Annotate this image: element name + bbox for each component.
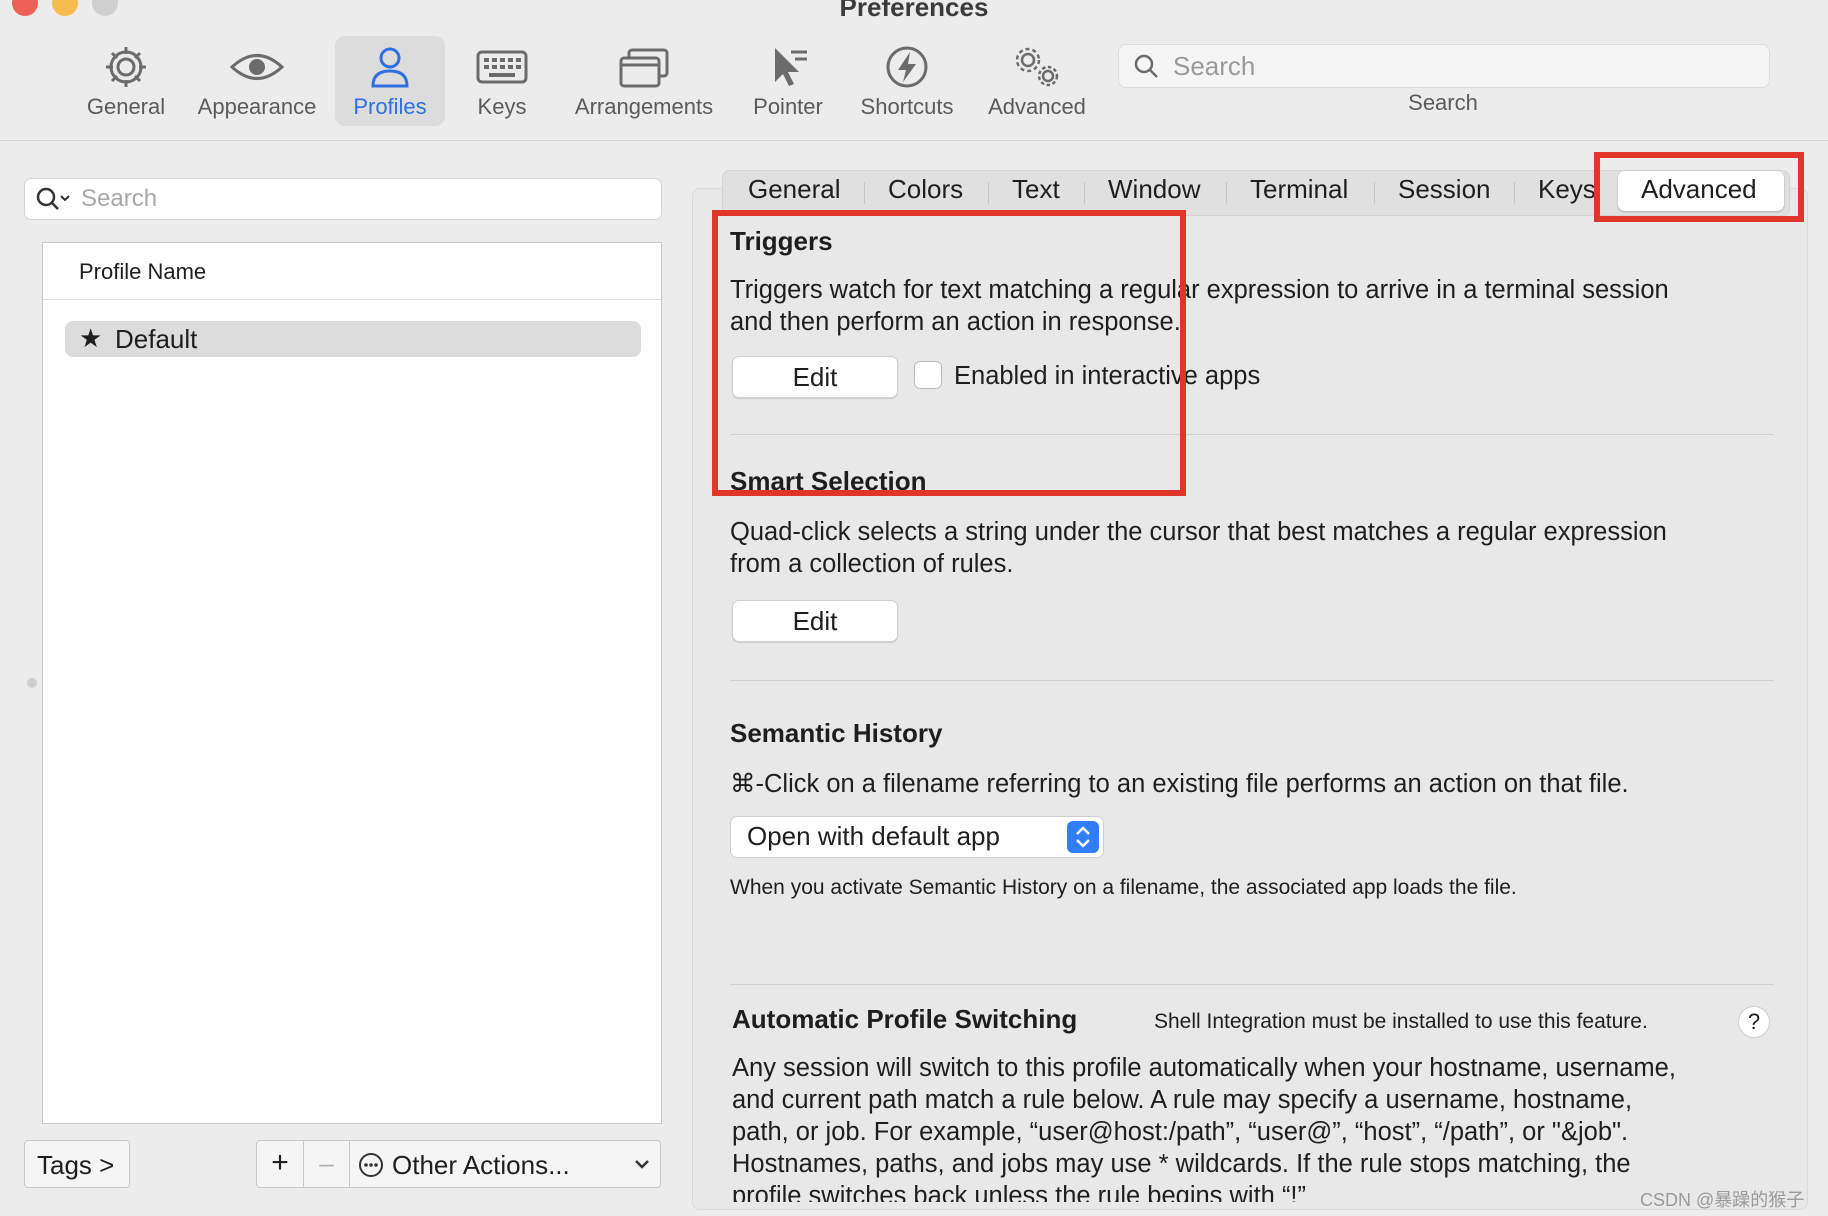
star-icon: ★ [79, 323, 103, 353]
help-button[interactable]: ? [1738, 1006, 1770, 1038]
toolbar-profiles[interactable]: Profiles [335, 36, 445, 126]
tab-session[interactable]: Session [1398, 174, 1491, 205]
tab-general[interactable]: General [748, 174, 841, 205]
auto-switching-line-1: Any session will switch to this profile … [732, 1054, 1676, 1082]
auto-switching-line-4: Hostnames, paths, and jobs may use * wil… [732, 1150, 1631, 1178]
remove-profile-button[interactable]: – [303, 1140, 350, 1188]
add-profile-button[interactable]: + [256, 1140, 304, 1188]
watermark: CSDN @暴躁的猴子 [1640, 1190, 1805, 1210]
ellipsis-circle-icon [359, 1153, 383, 1177]
toolbar-search-label: Search [1408, 90, 1478, 115]
profile-search-field[interactable] [24, 178, 662, 220]
auto-switching-description-clip: Any session will switch to this profile … [692, 1048, 1802, 1202]
window-toolbar: Preferences General Appearance Profiles [0, 0, 1828, 141]
highlight-triggers-section [712, 210, 1186, 496]
keyboard-icon [476, 50, 528, 84]
search-icon [36, 187, 70, 210]
semantic-history-action-select[interactable]: Open with default app [730, 816, 1104, 858]
semantic-history-description: ⌘-Click on a filename referring to an ex… [730, 770, 1629, 798]
shell-integration-note: Shell Integration must be installed to u… [1154, 1010, 1648, 1033]
pointer-icon [775, 48, 807, 86]
gear-icon [106, 47, 146, 87]
lightning-icon [886, 46, 928, 88]
tab-window[interactable]: Window [1108, 174, 1200, 205]
toolbar-search-field[interactable] [1118, 44, 1770, 88]
highlight-advanced-tab [1594, 152, 1804, 222]
toolbar-general[interactable]: General [76, 36, 176, 126]
toolbar-shortcuts[interactable]: Shortcuts [852, 36, 962, 126]
tab-text[interactable]: Text [1012, 174, 1060, 205]
eye-icon [229, 54, 285, 80]
tab-separator [1084, 182, 1085, 204]
toolbar-keys[interactable]: Keys [460, 36, 544, 126]
smart-selection-description-1: Quad-click selects a string under the cu… [730, 518, 1667, 546]
profile-name: Default [115, 324, 198, 354]
semantic-history-note: When you activate Semantic History on a … [730, 876, 1517, 899]
person-icon [371, 47, 409, 88]
profile-row-default[interactable]: ★ Default [65, 321, 641, 357]
window-title: Preferences [839, 0, 989, 22]
chevron-down-icon [635, 1160, 649, 1169]
tab-keys[interactable]: Keys [1538, 174, 1596, 205]
tags-button[interactable]: Tags > [24, 1140, 130, 1188]
semantic-history-title: Semantic History [730, 718, 943, 748]
profile-name-column-header[interactable]: Profile Name [43, 243, 661, 300]
auto-profile-switching-title: Automatic Profile Switching [732, 1004, 1078, 1034]
tab-terminal[interactable]: Terminal [1250, 174, 1348, 205]
auto-switching-line-5: profile switches back unless the rule be… [732, 1182, 1307, 1202]
toolbar-pointer[interactable]: Pointer [746, 36, 830, 126]
tab-separator [1226, 182, 1227, 204]
split-view-handle[interactable] [27, 678, 37, 688]
auto-switching-line-3: path, or job. For example, “user@host:/p… [732, 1118, 1629, 1146]
chevron-updown-icon [1067, 821, 1099, 853]
smart-selection-description-2: from a collection of rules. [730, 550, 1014, 578]
tab-separator [1514, 182, 1515, 204]
smart-selection-edit-button[interactable]: Edit [732, 600, 898, 642]
other-actions-menu[interactable]: Other Actions... [349, 1140, 661, 1188]
tab-separator [988, 182, 989, 204]
toolbar-arrangements[interactable]: Arrangements [564, 36, 724, 126]
toolbar-advanced[interactable]: Advanced [982, 36, 1092, 126]
gears-icon [1015, 47, 1059, 87]
profile-search-input[interactable] [79, 179, 653, 219]
auto-switching-line-2: and current path match a rule below. A r… [732, 1086, 1633, 1114]
section-divider [730, 984, 1774, 985]
section-divider [730, 680, 1774, 681]
search-icon [1134, 54, 1158, 78]
tab-colors[interactable]: Colors [888, 174, 963, 205]
toolbar-appearance[interactable]: Appearance [190, 36, 324, 126]
windows-icon [619, 48, 669, 88]
toolbar-search-input[interactable] [1171, 45, 1755, 87]
tab-separator [864, 182, 865, 204]
profile-list: Profile Name ★ Default [42, 242, 662, 1124]
tab-separator [1374, 182, 1375, 204]
